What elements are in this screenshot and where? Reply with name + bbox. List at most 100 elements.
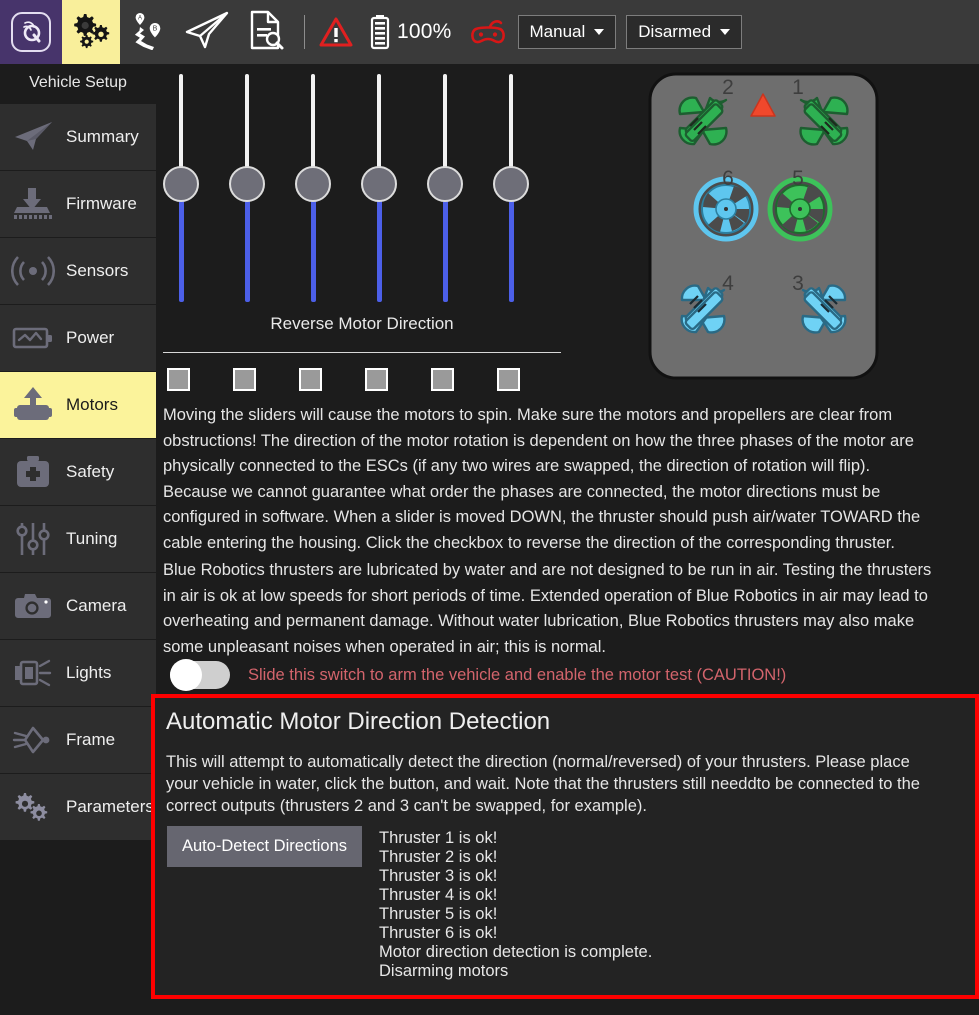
reverse-checkbox-2[interactable] bbox=[233, 368, 256, 391]
slider-track-lower bbox=[311, 192, 316, 302]
horizontal-divider bbox=[163, 352, 561, 353]
arm-toggle-switch[interactable] bbox=[170, 659, 230, 691]
gears-icon bbox=[69, 10, 113, 55]
toolbar-vehicle-setup-button[interactable] bbox=[62, 0, 120, 64]
motor-slider-4[interactable] bbox=[361, 70, 397, 302]
sidebar-item-power[interactable]: Power bbox=[0, 305, 156, 371]
auto-detect-directions-button[interactable]: Auto-Detect Directions bbox=[167, 826, 362, 867]
qgc-logo-icon bbox=[11, 12, 51, 52]
motor-slider-2[interactable] bbox=[229, 70, 265, 302]
sidebar-item-label: Tuning bbox=[66, 529, 118, 548]
auto-detect-panel: Automatic Motor Direction Detection This… bbox=[151, 694, 979, 999]
sidebar-item-tuning[interactable]: Tuning bbox=[0, 506, 156, 572]
slider-thumb[interactable] bbox=[163, 166, 199, 202]
svg-text:B: B bbox=[153, 25, 158, 32]
slider-track-lower bbox=[377, 192, 382, 302]
sidebar-item-label: Sensors bbox=[66, 261, 129, 280]
arm-state-dropdown[interactable]: Disarmed bbox=[626, 15, 743, 49]
first-aid-kit-icon bbox=[10, 450, 56, 494]
sidebar-item-lights[interactable]: Lights bbox=[0, 640, 156, 706]
svg-text:A: A bbox=[138, 15, 142, 21]
sidebar-item-motors[interactable]: Motors bbox=[0, 372, 156, 438]
paper-plane-icon bbox=[10, 115, 56, 159]
battery-full-icon bbox=[369, 14, 391, 50]
toolbar-analyze-button[interactable] bbox=[236, 0, 294, 64]
thruster-label-4: 4 bbox=[722, 272, 734, 295]
sidebar-item-label: Firmware bbox=[66, 194, 137, 213]
slider-track-upper bbox=[179, 74, 183, 180]
log-line: Thruster 6 is ok! bbox=[379, 924, 498, 942]
toolbar-fly-button[interactable] bbox=[178, 0, 236, 64]
auto-detect-log: Thruster 1 is ok! Thruster 2 is ok! Thru… bbox=[379, 829, 939, 981]
vehicle-setup-sidebar: Vehicle Setup Summary Firmware Sensors P… bbox=[0, 64, 156, 1015]
motor-slider-5[interactable] bbox=[427, 70, 463, 302]
slider-track-lower bbox=[509, 192, 514, 302]
thruster-label-6: 6 bbox=[722, 167, 734, 190]
slider-thumb[interactable] bbox=[361, 166, 397, 202]
reverse-checkbox-3[interactable] bbox=[299, 368, 322, 391]
log-line: Thruster 2 is ok! bbox=[379, 848, 498, 866]
toggle-knob bbox=[170, 659, 202, 691]
reverse-direction-checkboxes bbox=[163, 368, 563, 394]
sidebar-item-label: Lights bbox=[66, 663, 112, 682]
motor-slider-3[interactable] bbox=[295, 70, 331, 302]
motor-sliders bbox=[163, 70, 563, 310]
motor-slider-1[interactable] bbox=[163, 70, 199, 302]
slider-track-lower bbox=[179, 192, 184, 302]
vehicle-frame-diagram: 2 1 6 5 4 3 bbox=[648, 72, 879, 380]
reverse-checkbox-5[interactable] bbox=[431, 368, 454, 391]
slider-track-upper bbox=[311, 74, 315, 180]
sidebar-item-firmware[interactable]: Firmware bbox=[0, 171, 156, 237]
toolbar-plan-button[interactable]: A B bbox=[120, 0, 178, 64]
warning-triangle-icon[interactable] bbox=[319, 16, 353, 48]
reverse-checkbox-4[interactable] bbox=[365, 368, 388, 391]
sliders-icon bbox=[10, 517, 56, 561]
log-line: Thruster 5 is ok! bbox=[379, 905, 498, 923]
thruster-label-1: 1 bbox=[792, 76, 804, 99]
slider-thumb[interactable] bbox=[427, 166, 463, 202]
arm-switch-row: Slide this switch to arm the vehicle and… bbox=[170, 659, 940, 691]
sidebar-item-label: Power bbox=[66, 328, 115, 347]
slider-track-lower bbox=[245, 192, 250, 302]
slider-thumb[interactable] bbox=[295, 166, 331, 202]
auto-detect-title: Automatic Motor Direction Detection bbox=[166, 708, 551, 735]
frame-icon bbox=[10, 718, 56, 762]
sidebar-item-sensors[interactable]: Sensors bbox=[0, 238, 156, 304]
sidebar-item-label: Frame bbox=[66, 730, 116, 749]
top-toolbar: A B 100% Manual Disarmed bbox=[0, 0, 979, 64]
analyze-file-icon bbox=[244, 9, 286, 56]
slider-track-lower bbox=[443, 192, 448, 302]
battery-percent-label: 100% bbox=[397, 20, 452, 43]
sidebar-item-camera[interactable]: Camera bbox=[0, 573, 156, 639]
sidebar-item-label: Parameters bbox=[66, 797, 154, 816]
slider-thumb[interactable] bbox=[493, 166, 529, 202]
log-line: Thruster 1 is ok! bbox=[379, 829, 498, 847]
sidebar-title: Vehicle Setup bbox=[29, 74, 127, 91]
sensor-waves-icon bbox=[10, 249, 56, 293]
light-icon bbox=[10, 651, 56, 695]
sidebar-item-summary[interactable]: Summary bbox=[0, 104, 156, 170]
slider-track-upper bbox=[245, 74, 249, 180]
qgc-logo-button[interactable] bbox=[0, 0, 62, 64]
thruster-label-3: 3 bbox=[792, 272, 804, 295]
gamepad-icon[interactable] bbox=[468, 17, 508, 47]
log-line: Disarming motors bbox=[379, 962, 509, 980]
motor-slider-6[interactable] bbox=[493, 70, 529, 302]
log-line: Thruster 3 is ok! bbox=[379, 867, 498, 885]
sidebar-item-label: Camera bbox=[66, 596, 127, 615]
flight-mode-dropdown[interactable]: Manual bbox=[517, 15, 617, 49]
flight-mode-label: Manual bbox=[529, 22, 586, 41]
reverse-checkbox-1[interactable] bbox=[167, 368, 190, 391]
firmware-download-icon bbox=[10, 182, 56, 226]
thruster-label-5: 5 bbox=[792, 167, 804, 190]
sidebar-item-frame[interactable]: Frame bbox=[0, 707, 156, 773]
reverse-checkbox-6[interactable] bbox=[497, 368, 520, 391]
slider-thumb[interactable] bbox=[229, 166, 265, 202]
paper-plane-icon bbox=[183, 10, 231, 55]
gears-icon bbox=[10, 785, 56, 829]
motor-icon bbox=[10, 383, 56, 427]
sidebar-item-safety[interactable]: Safety bbox=[0, 439, 156, 505]
thruster-label-2: 2 bbox=[722, 76, 734, 99]
plan-route-icon: A B bbox=[127, 10, 171, 55]
sidebar-item-parameters[interactable]: Parameters bbox=[0, 774, 156, 840]
